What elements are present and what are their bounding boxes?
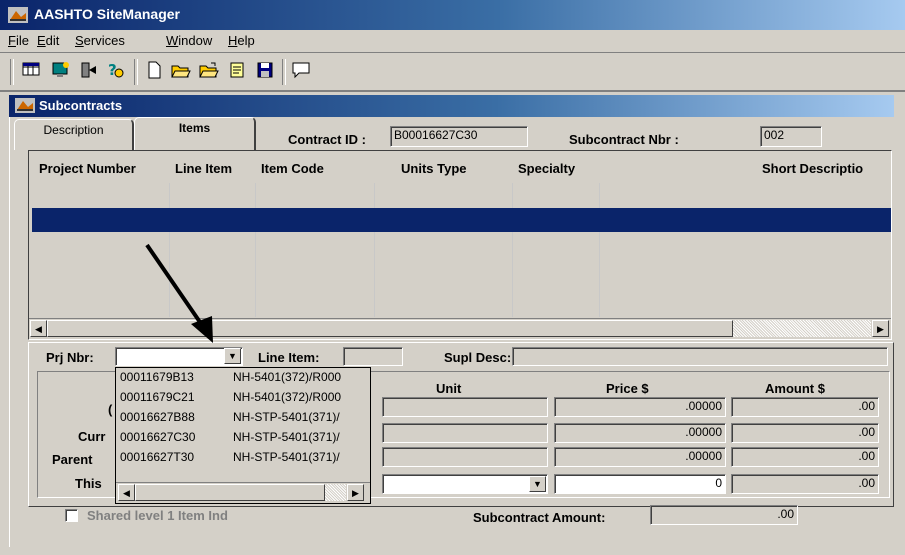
scrollbar-track[interactable]: [325, 484, 346, 501]
amount-field: .00: [731, 474, 879, 494]
tab-description-label: Description: [43, 123, 104, 137]
column-header-specialty[interactable]: Specialty: [518, 161, 575, 176]
comment-icon[interactable]: [290, 61, 312, 83]
column-divider: [374, 183, 375, 317]
scroll-right-icon[interactable]: ▶: [872, 320, 889, 337]
toolbar: ?: [0, 52, 905, 90]
subcontracts-title-bar[interactable]: Subcontracts: [9, 95, 894, 117]
toolbar-separator: [134, 59, 138, 85]
tab-description[interactable]: Description: [14, 119, 134, 150]
notepad-icon[interactable]: [226, 61, 248, 83]
exit-icon[interactable]: [78, 61, 100, 83]
help-icon[interactable]: ?: [104, 61, 126, 83]
new-document-icon[interactable]: [143, 61, 165, 83]
column-divider: [255, 183, 256, 317]
supl-desc-label: Supl Desc:: [444, 350, 512, 365]
items-grid[interactable]: Project Number Line Item Item Code Units…: [28, 150, 892, 340]
prj-nbr-label: Prj Nbr:: [46, 350, 94, 365]
toolbar-separator: [10, 59, 14, 85]
price-field: .00000: [554, 447, 726, 467]
amount-field: .00: [731, 447, 879, 467]
scrollbar-track[interactable]: [733, 320, 871, 337]
row-label-parent: Parent: [52, 452, 93, 467]
column-header-project-number[interactable]: Project Number: [39, 161, 136, 176]
chevron-down-icon[interactable]: ▼: [224, 348, 241, 364]
monitor-icon[interactable]: [50, 61, 72, 83]
subcontract-amount-field: .00: [650, 505, 798, 525]
chevron-down-icon[interactable]: ▼: [529, 476, 546, 492]
menu-edit[interactable]: Edit: [37, 33, 59, 48]
menu-window[interactable]: Window: [166, 33, 212, 48]
scroll-left-icon[interactable]: ◀: [118, 484, 135, 501]
app-title: AASHTO SiteManager: [34, 6, 180, 22]
menu-file[interactable]: File: [8, 33, 29, 48]
contract-id-label: Contract ID :: [288, 132, 366, 147]
tab-items[interactable]: Items: [134, 117, 256, 151]
column-header-amount: Amount $: [765, 381, 825, 396]
line-item-field[interactable]: [343, 347, 403, 366]
subcontract-nbr-label: Subcontract Nbr :: [569, 132, 679, 147]
row-label-this: This: [75, 476, 102, 491]
column-header-line-item[interactable]: Line Item: [175, 161, 232, 176]
window-title: Subcontracts: [39, 98, 123, 113]
scroll-left-icon[interactable]: ◀: [30, 320, 47, 337]
dropdown-horizontal-scrollbar[interactable]: ◀ ▶: [116, 482, 370, 503]
app-title-bar[interactable]: AASHTO SiteManager: [0, 0, 905, 30]
selected-table-row[interactable]: [32, 208, 891, 232]
unit-combobox[interactable]: [382, 474, 548, 494]
sitemanager-logo-icon: [15, 98, 35, 113]
unit-field: [382, 397, 548, 417]
open-folder-alt-icon[interactable]: [198, 61, 220, 83]
column-header-units-type[interactable]: Units Type: [401, 161, 467, 176]
scrollbar-thumb[interactable]: [135, 484, 325, 501]
menu-services[interactable]: Services: [75, 33, 125, 48]
scroll-right-icon[interactable]: ▶: [347, 484, 364, 501]
subcontract-nbr-field: 002: [760, 126, 822, 147]
prj-nbr-dropdown-list[interactable]: 00011679B13 NH-5401(372)/R000 00011679C21…: [115, 367, 371, 504]
tab-items-label: Items: [178, 121, 211, 135]
amount-field: .00: [731, 423, 879, 443]
open-folder-icon[interactable]: [170, 61, 192, 83]
row-label-current: Curr: [78, 429, 106, 444]
amount-field: .00: [731, 397, 879, 417]
grid-icon[interactable]: [20, 61, 42, 83]
column-divider: [599, 183, 600, 317]
save-icon[interactable]: [254, 61, 276, 83]
unit-field: [382, 423, 548, 443]
column-divider: [512, 183, 513, 317]
grid-horizontal-scrollbar[interactable]: ◀ ▶: [29, 318, 891, 339]
line-item-label: Line Item:: [258, 350, 320, 365]
column-header-item-code[interactable]: Item Code: [261, 161, 324, 176]
price-field: .00000: [554, 397, 726, 417]
column-header-price: Price $: [606, 381, 649, 396]
column-header-unit: Unit: [436, 381, 462, 396]
column-divider: [169, 183, 170, 317]
price-input[interactable]: 0: [554, 474, 726, 494]
subcontract-amount-label: Subcontract Amount:: [473, 510, 606, 525]
column-header-short-description[interactable]: Short Descriptio: [762, 161, 863, 176]
row-label-original: (: [108, 402, 113, 417]
toolbar-separator: [282, 59, 286, 85]
contract-id-field: B00016627C30: [390, 126, 528, 147]
supl-desc-field[interactable]: [512, 347, 888, 366]
scrollbar-thumb[interactable]: [47, 320, 733, 337]
shared-item-label: Shared level 1 Item Ind: [87, 508, 228, 523]
price-field: .00000: [554, 423, 726, 443]
sitemanager-logo-icon: [8, 7, 28, 23]
menu-bar: File Edit Services Window Help: [0, 30, 905, 52]
unit-field: [382, 447, 548, 467]
menu-help[interactable]: Help: [228, 33, 255, 48]
svg-text:?: ?: [108, 61, 117, 79]
shared-item-checkbox[interactable]: [65, 509, 78, 522]
